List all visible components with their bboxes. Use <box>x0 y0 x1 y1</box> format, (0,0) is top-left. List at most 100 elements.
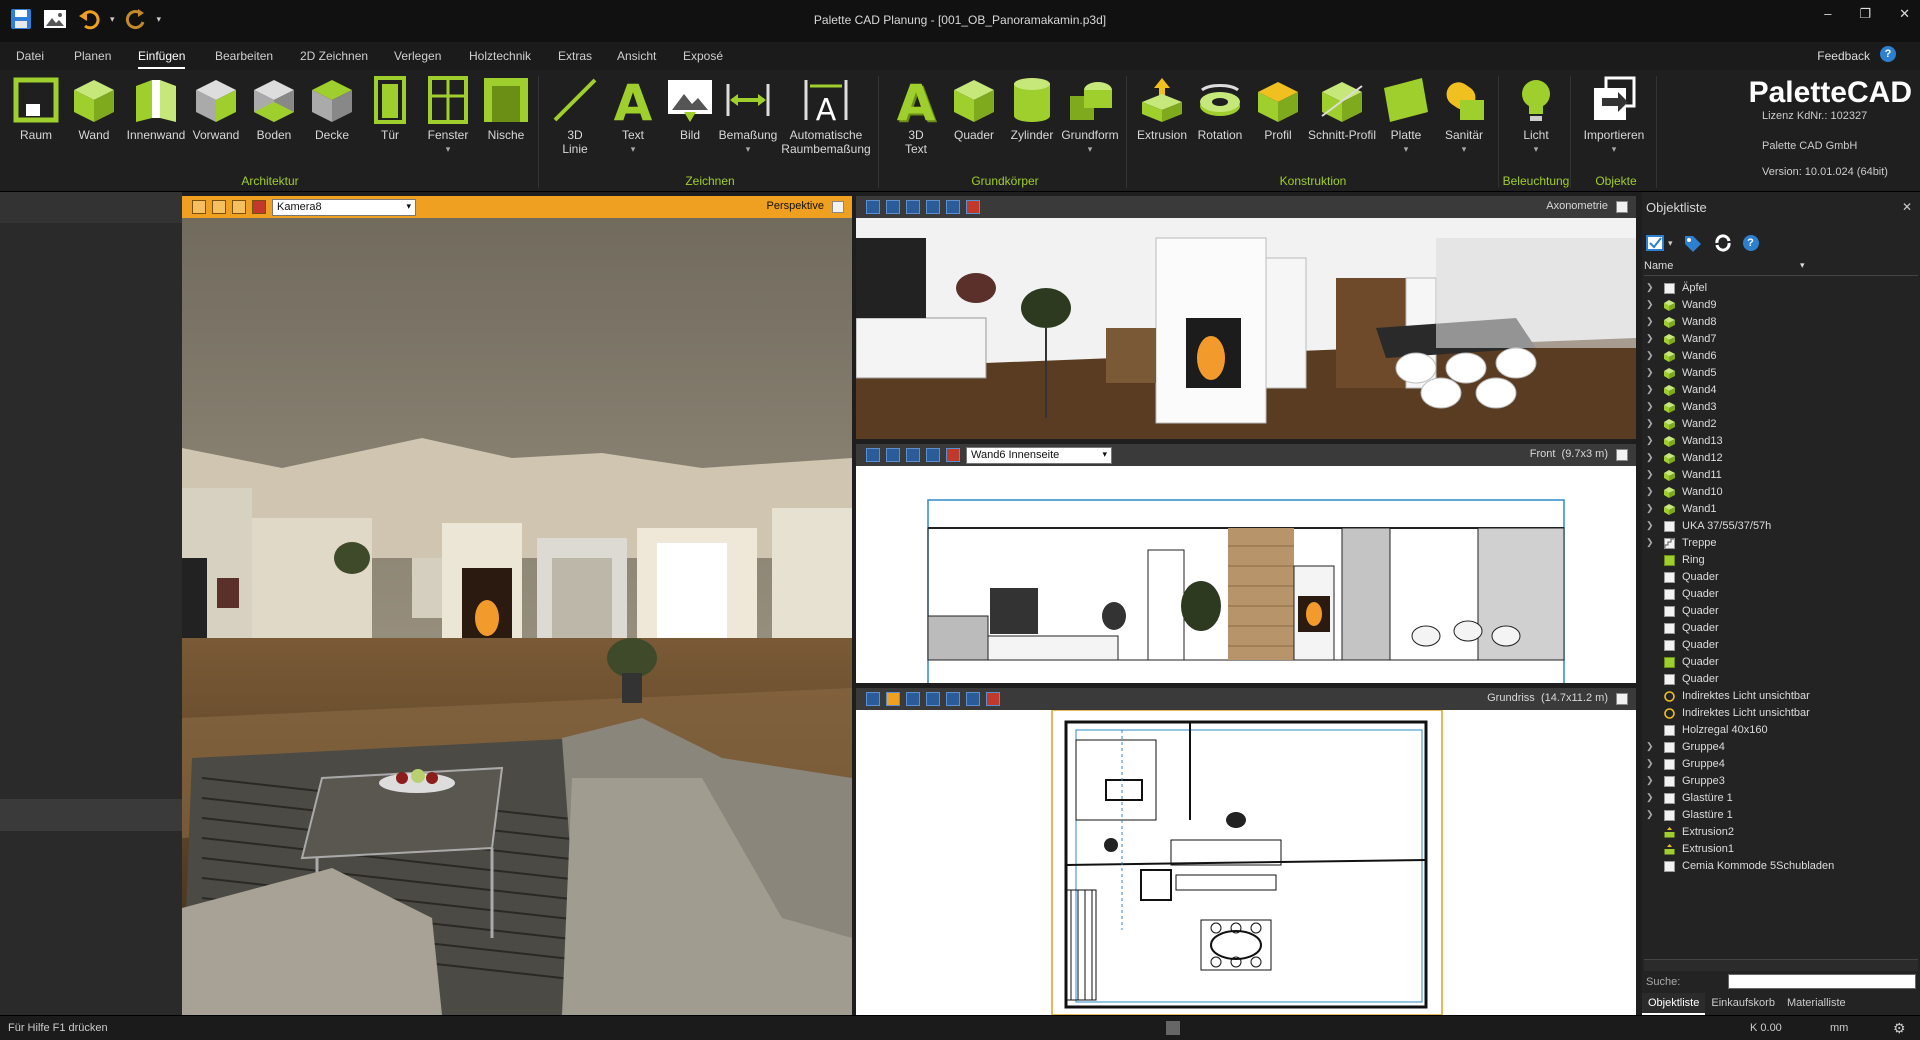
expand-chevron-icon[interactable]: ❯ <box>1646 775 1654 786</box>
expand-chevron-icon[interactable]: ❯ <box>1646 792 1654 803</box>
tree-item[interactable]: ❯ Wand13 <box>1642 433 1920 450</box>
layers-icon[interactable] <box>946 692 960 706</box>
layers-icon[interactable] <box>886 448 900 462</box>
boden-button[interactable]: Boden <box>244 76 304 142</box>
tree-item[interactable]: ❯ Äpfel <box>1642 280 1920 297</box>
image-export-icon[interactable] <box>42 6 68 32</box>
layers-icon[interactable] <box>906 200 920 214</box>
restore-button[interactable]: ❐ <box>1859 6 1871 22</box>
fenster-dropdown-icon[interactable]: ▾ <box>418 142 478 156</box>
tree-item[interactable]: ❯ Wand3 <box>1642 399 1920 416</box>
shading-icon[interactable] <box>232 200 246 214</box>
undo-icon[interactable] <box>76 6 102 32</box>
expand-chevron-icon[interactable]: ❯ <box>1646 333 1654 344</box>
fenster-button[interactable]: Fenster ▾ <box>418 76 478 156</box>
rotation-button[interactable]: Rotation <box>1190 76 1250 142</box>
tab-verlegen[interactable]: Verlegen <box>394 49 441 63</box>
grundriss-maximize-checkbox[interactable] <box>1616 693 1628 705</box>
tree-item[interactable]: ❯ Wand4 <box>1642 382 1920 399</box>
search-input[interactable] <box>1728 974 1916 989</box>
camera-icon[interactable] <box>926 200 940 214</box>
tab-extras[interactable]: Extras <box>558 49 592 63</box>
status-grid-icon[interactable] <box>1166 1021 1180 1035</box>
material-icon[interactable] <box>252 200 266 214</box>
left-panel-selected-row[interactable] <box>0 799 182 831</box>
zoom-icon[interactable] <box>866 448 880 462</box>
expand-chevron-icon[interactable]: ❯ <box>1646 350 1654 361</box>
tree-item[interactable]: ❯ Wand2 <box>1642 416 1920 433</box>
tag-icon[interactable] <box>1683 234 1703 252</box>
tab-einfuegen[interactable]: Einfügen <box>138 49 186 69</box>
undo-dropdown-icon[interactable]: ▾ <box>110 14 115 25</box>
feedback-link[interactable]: Feedback <box>1817 49 1870 63</box>
tree-item[interactable]: ❯ Gruppe3 <box>1642 773 1920 790</box>
perspective-render[interactable] <box>182 218 852 1015</box>
objektliste-help-icon[interactable]: ? <box>1742 235 1759 251</box>
save-icon[interactable] <box>8 6 34 32</box>
front-maximize-checkbox[interactable] <box>1616 449 1628 461</box>
tree-item[interactable]: ❯ Gruppe4 <box>1642 756 1920 773</box>
tree-item[interactable]: ❯ Wand8 <box>1642 314 1920 331</box>
camera-icon[interactable] <box>926 692 940 706</box>
layer-highlight-icon[interactable] <box>886 692 900 706</box>
text-dropdown-icon[interactable]: ▾ <box>603 142 663 156</box>
importieren-button[interactable]: Importieren ▾ <box>1578 76 1650 156</box>
tree-item[interactable]: ❯ Wand11 <box>1642 467 1920 484</box>
expand-chevron-icon[interactable]: ❯ <box>1646 299 1654 310</box>
tree-item[interactable]: Quader <box>1642 569 1920 586</box>
zoom-icon[interactable] <box>866 692 880 706</box>
view-options-icon[interactable] <box>192 200 206 214</box>
wall-select[interactable]: Wand6 Innenseite ▾ <box>966 446 1112 464</box>
refresh-icon[interactable] <box>1713 234 1733 252</box>
tree-item[interactable]: Ring <box>1642 552 1920 569</box>
expand-chevron-icon[interactable]: ❯ <box>1646 537 1654 548</box>
status-unit[interactable]: mm <box>1830 1022 1848 1034</box>
tree-item[interactable]: ❯ Wand12 <box>1642 450 1920 467</box>
objektliste-close-button[interactable]: ✕ <box>1902 200 1912 214</box>
expand-chevron-icon[interactable]: ❯ <box>1646 316 1654 327</box>
shading-icon[interactable] <box>966 692 980 706</box>
expand-chevron-icon[interactable]: ❯ <box>1646 758 1654 769</box>
schnitt-profil-button[interactable]: Schnitt-Profil <box>1306 76 1378 142</box>
perspective-viewport[interactable]: Kamera8 ▾ Perspektive <box>182 196 852 1015</box>
expand-chevron-icon[interactable]: ❯ <box>1646 520 1654 531</box>
licht-button[interactable]: Licht ▾ <box>1506 76 1566 156</box>
material-icon[interactable] <box>966 200 980 214</box>
tree-item[interactable]: ❯ Wand6 <box>1642 348 1920 365</box>
render-mode-icon[interactable] <box>212 200 226 214</box>
automatische-raumbemassung-button[interactable]: A Automatische Raumbemaßung <box>780 76 872 156</box>
select-dropdown-icon[interactable]: ▾ <box>1668 238 1673 249</box>
expand-chevron-icon[interactable]: ❯ <box>1646 384 1654 395</box>
grundriss-viewport[interactable]: Grundriss (14.7x11.2 m) <box>856 688 1636 1015</box>
tree-item[interactable]: Quader <box>1642 637 1920 654</box>
tab-einkaufskorb[interactable]: Einkaufskorb <box>1705 993 1781 1015</box>
tab-expose[interactable]: Exposé <box>683 49 723 63</box>
wand-button[interactable]: Wand <box>64 76 124 142</box>
tree-item[interactable]: Extrusion1 <box>1642 841 1920 858</box>
quader-button[interactable]: Quader <box>944 76 1004 142</box>
tab-holztechnik[interactable]: Holztechnik <box>469 49 531 63</box>
tree-item[interactable]: ❯ UKA 37/55/37/57h <box>1642 518 1920 535</box>
help-icon[interactable]: ? <box>1880 46 1896 62</box>
tree-item[interactable]: ❯ Glastüre 1 <box>1642 807 1920 824</box>
licht-dropdown-icon[interactable]: ▾ <box>1506 142 1566 156</box>
expand-chevron-icon[interactable]: ❯ <box>1646 486 1654 497</box>
tree-item[interactable]: Quader <box>1642 603 1920 620</box>
gear-icon[interactable]: ⚙ <box>1893 1020 1906 1037</box>
expand-chevron-icon[interactable]: ❯ <box>1646 367 1654 378</box>
tree-item[interactable]: Quader <box>1642 671 1920 688</box>
profil-button[interactable]: Profil <box>1248 76 1308 142</box>
tree-item[interactable]: Quader <box>1642 620 1920 637</box>
tree-item[interactable]: Indirektes Licht unsichtbar <box>1642 688 1920 705</box>
zylinder-button[interactable]: Zylinder <box>1002 76 1062 142</box>
tree-item[interactable]: Extrusion2 <box>1642 824 1920 841</box>
vorwand-button[interactable]: Vorwand <box>186 76 246 142</box>
decke-button[interactable]: Decke <box>302 76 362 142</box>
tree-item[interactable]: ❯ Gruppe4 <box>1642 739 1920 756</box>
axonometrie-render[interactable] <box>856 218 1636 439</box>
print-icon[interactable] <box>906 692 920 706</box>
tab-datei[interactable]: Datei <box>16 49 44 63</box>
shading-icon[interactable] <box>946 200 960 214</box>
tree-item[interactable]: ❯ Treppe <box>1642 535 1920 552</box>
perspective-maximize-checkbox[interactable] <box>832 201 844 213</box>
